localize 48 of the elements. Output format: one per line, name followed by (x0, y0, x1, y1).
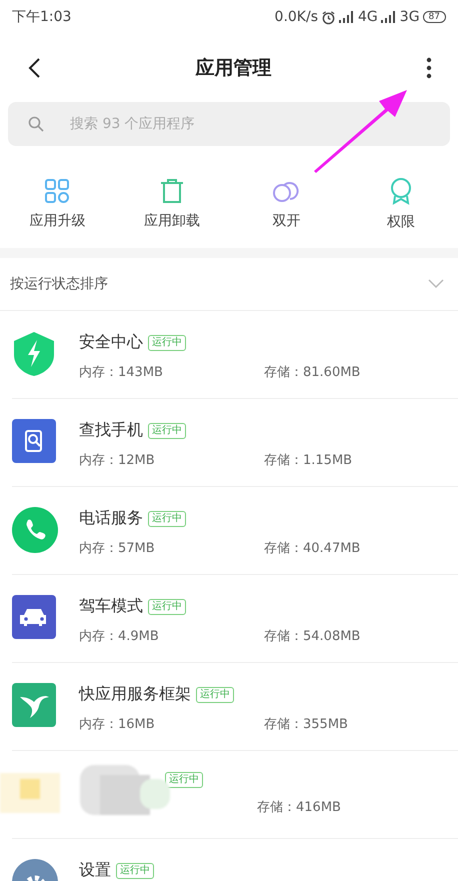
more-icon[interactable] (426, 57, 432, 79)
search-icon (28, 116, 44, 132)
shield-icon (12, 331, 56, 377)
status-tag: 运行中 (148, 334, 186, 350)
storage-usage: 存储：54.08MB (264, 628, 360, 645)
memory-usage: 内存：143MB (79, 364, 164, 381)
action-button[interactable]: 双开 (229, 178, 344, 230)
action-button[interactable]: 应用卸载 (114, 178, 229, 230)
signal-icon (339, 11, 356, 23)
status-tag: 运行中 (148, 422, 186, 438)
status-tag: 运行中 (196, 686, 234, 702)
car-icon (12, 595, 56, 639)
status-tag: 运行中 (116, 862, 154, 878)
app-name: 电话服务 (79, 508, 143, 529)
storage-usage: 存储：81.60MB (264, 364, 360, 381)
memory-usage: 内存：57MB (79, 540, 156, 557)
sort-label: 按运行状态排序 (10, 275, 108, 293)
app-name: 驾车模式 (79, 596, 143, 617)
back-icon[interactable] (27, 57, 41, 79)
page-title: 应用管理 (196, 56, 272, 81)
action-button[interactable]: 权限 (344, 177, 458, 231)
action-button[interactable]: 应用升级 (0, 178, 114, 230)
network-type: 4G (358, 9, 378, 25)
storage-usage: 存储：416MB (257, 799, 341, 816)
storage-usage: 存储：40.47MB (264, 540, 360, 557)
signal-icon (380, 11, 397, 23)
status-tag: 运行中 (148, 510, 186, 526)
trash-icon (158, 178, 185, 204)
memory-usage: 内存：16MB (79, 716, 156, 733)
app-name: 查找手机 (79, 420, 143, 441)
app-name: 快应用服务框架 (79, 684, 191, 705)
status-tag: 运行中 (148, 598, 186, 614)
app-name: 安全中心 (79, 332, 143, 353)
battery-indicator: 87 (422, 11, 446, 23)
grid-icon (44, 178, 70, 204)
alarm-icon (321, 10, 336, 24)
storage-usage: 存储：1.15MB (264, 452, 352, 469)
network-type: 3G (400, 9, 420, 25)
app-name: 设置 (79, 860, 111, 881)
bird-icon (12, 683, 56, 727)
status-time: 下午1:03 (12, 8, 72, 26)
memory-usage: 内存：12MB (79, 452, 156, 469)
search-field[interactable]: 搜索 93 个应用程序 (8, 102, 450, 146)
network-speed: 0.0K/s (274, 9, 318, 25)
phone-icon (12, 507, 58, 553)
memory-usage: 内存：4.9MB (79, 628, 160, 645)
storage-usage: 存储：355MB (264, 716, 348, 733)
magnifier-icon (12, 419, 56, 463)
